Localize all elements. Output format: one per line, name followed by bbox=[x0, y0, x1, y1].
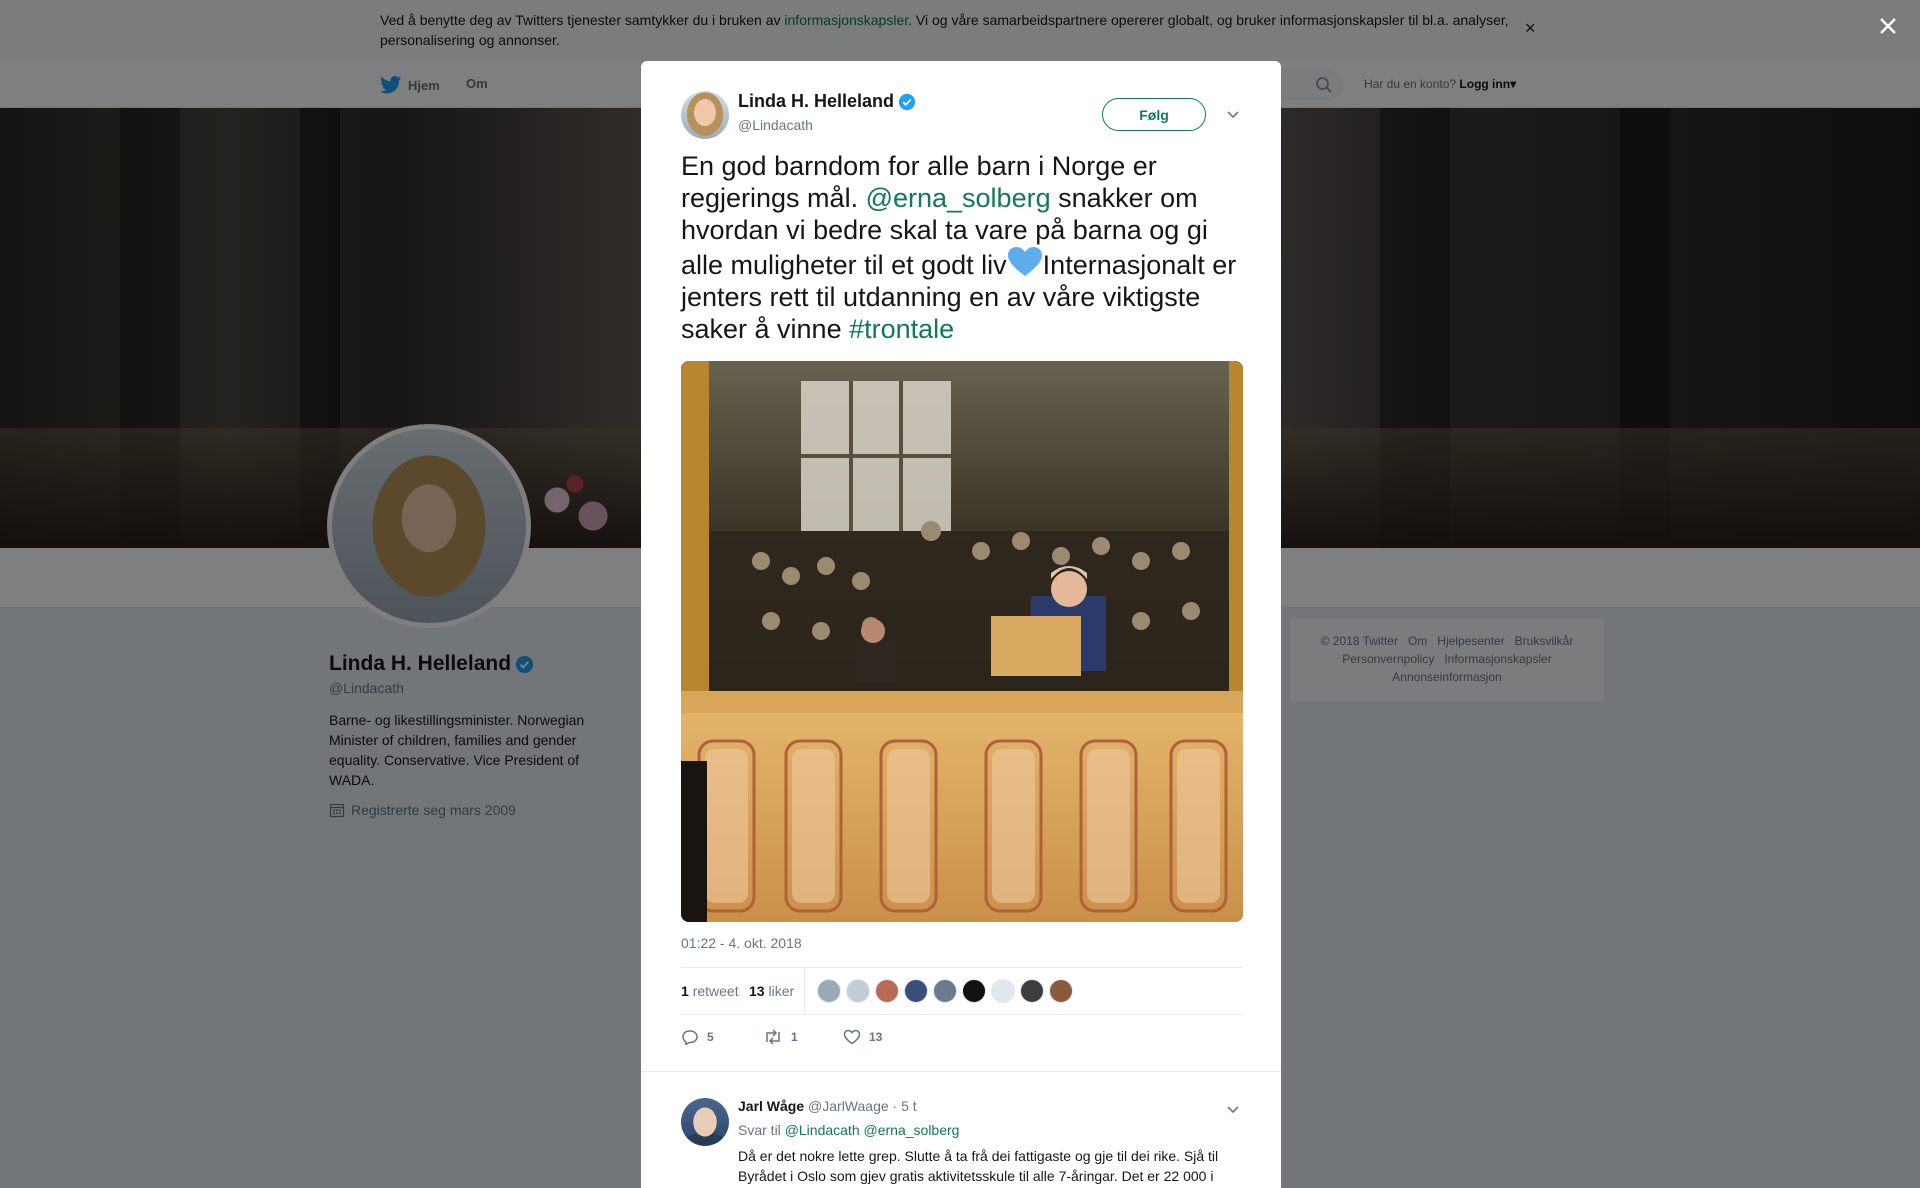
liker-avatar[interactable] bbox=[962, 979, 986, 1003]
liker-avatar[interactable] bbox=[904, 979, 928, 1003]
retweet-button[interactable]: 1 bbox=[763, 1029, 798, 1045]
reply-button[interactable]: 5 bbox=[681, 1029, 714, 1045]
reply-header: Jarl Wåge @JarlWaage · 5 t bbox=[738, 1098, 917, 1114]
tweet-author-avatar[interactable] bbox=[681, 91, 729, 139]
reply-text: Då er det nokre lette grep. Slutte å ta … bbox=[738, 1148, 1219, 1184]
chevron-down-icon[interactable] bbox=[1224, 105, 1242, 123]
liker-avatar[interactable] bbox=[846, 979, 870, 1003]
mention-link[interactable]: @erna_solberg bbox=[866, 183, 1051, 213]
heart-icon bbox=[843, 1029, 861, 1045]
tweet-stats: 1 retweet 13 liker bbox=[681, 967, 1243, 1015]
liker-avatar[interactable] bbox=[1049, 979, 1073, 1003]
chevron-down-icon[interactable] bbox=[1224, 1100, 1242, 1118]
reply-author-avatar[interactable] bbox=[681, 1098, 729, 1146]
like-stat[interactable]: 13 liker bbox=[749, 983, 794, 999]
follow-button[interactable]: Følg bbox=[1102, 98, 1206, 131]
parliament-photo-image bbox=[681, 361, 1243, 922]
liker-avatar[interactable] bbox=[991, 979, 1015, 1003]
reply-to-mention[interactable]: @erna_solberg bbox=[864, 1122, 960, 1138]
liker-avatar[interactable] bbox=[817, 979, 841, 1003]
tweet-author-name[interactable]: Linda H. Helleland bbox=[738, 91, 916, 112]
tweet-timestamp[interactable]: 01:22 - 4. okt. 2018 bbox=[681, 935, 802, 951]
liker-avatars bbox=[817, 979, 1073, 1003]
tweet-modal: Linda H. Helleland @Lindacath Følg En go… bbox=[641, 61, 1281, 1188]
reply-to-line: Svar til @Lindacath @erna_solberg bbox=[738, 1122, 960, 1138]
reply-time[interactable]: · 5 t bbox=[893, 1098, 917, 1114]
like-button[interactable]: 13 bbox=[843, 1029, 882, 1045]
hashtag-link[interactable]: #trontale bbox=[849, 314, 954, 344]
reply-author-name[interactable]: Jarl Wåge bbox=[738, 1098, 804, 1114]
reply-tweet[interactable]: Jarl Wåge @JarlWaage · 5 t Svar til @Lin… bbox=[641, 1071, 1281, 1188]
tweet-actions: 5 1 13 bbox=[681, 1025, 1243, 1055]
liker-avatar[interactable] bbox=[875, 979, 899, 1003]
tweet-text: En god barndom for alle barn i Norge er … bbox=[681, 151, 1237, 344]
retweet-stat[interactable]: 1 retweet bbox=[681, 983, 739, 999]
reply-icon bbox=[682, 1030, 698, 1045]
retweet-icon bbox=[766, 1029, 780, 1045]
liker-avatar[interactable] bbox=[933, 979, 957, 1003]
reply-to-mention[interactable]: @Lindacath bbox=[785, 1122, 860, 1138]
liker-avatar[interactable] bbox=[1020, 979, 1044, 1003]
tweet-author-handle[interactable]: @Lindacath bbox=[738, 117, 813, 133]
tweet-photo[interactable] bbox=[681, 361, 1243, 922]
verified-icon bbox=[898, 93, 916, 110]
close-overlay-icon[interactable] bbox=[1872, 10, 1904, 42]
blue-heart-emoji-icon bbox=[1007, 247, 1042, 276]
reply-author-handle[interactable]: @JarlWaage bbox=[808, 1098, 889, 1114]
